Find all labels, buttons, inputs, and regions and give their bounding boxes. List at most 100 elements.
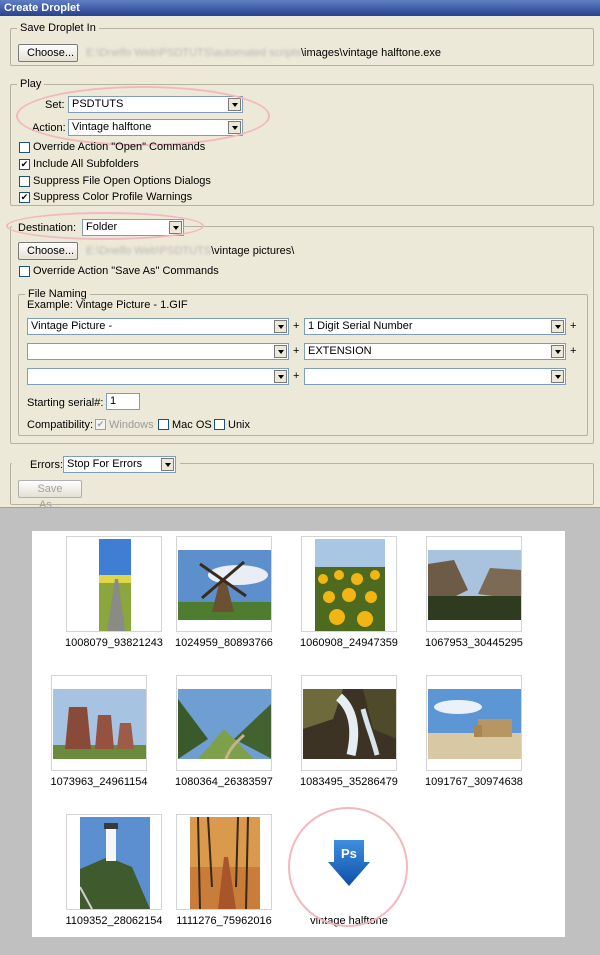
compat-windows-label: Windows	[109, 419, 154, 431]
file-label: 1091767_30974638	[425, 776, 523, 788]
file-label: vintage halftone	[310, 915, 388, 927]
suppress-open-options-label: Suppress File Open Options Dialogs	[33, 175, 211, 187]
destination-path-visible: \vintage pictures\	[211, 245, 295, 257]
compat-unix-checkbox[interactable]	[214, 419, 225, 430]
chevron-down-icon	[228, 98, 241, 111]
photo-lighthouse	[80, 817, 150, 909]
override-open-checkbox[interactable]	[19, 142, 30, 153]
thumbnail-canyon[interactable]	[426, 536, 522, 632]
save-as-button[interactable]: Save As...	[18, 480, 82, 511]
plus-sign: +	[293, 370, 300, 382]
action-select-value: Vintage halftone	[72, 121, 152, 133]
starting-serial-input[interactable]: 1	[106, 393, 140, 410]
save-in-choose-button[interactable]: Choose...	[18, 44, 78, 62]
naming-field-3-right[interactable]	[304, 368, 566, 385]
errors-label: Errors:	[30, 459, 63, 471]
photo-valley	[178, 689, 271, 759]
file-label: 1111276_75962016	[176, 915, 272, 927]
naming-field-1-left[interactable]: Vintage Picture -	[27, 318, 289, 335]
suppress-open-options-checkbox[interactable]	[19, 176, 30, 187]
thumbnail-desert[interactable]	[426, 675, 522, 771]
save-in-path-blurred: E:\Dnelfo Web\PSDTUTS\automated scripts	[86, 47, 301, 59]
action-select[interactable]: Vintage halftone	[68, 119, 243, 136]
destination-path: E:\Dnelfo Web\PSDTUTS\vintage pictures\	[86, 245, 294, 257]
file-label: 1008079_93821243	[65, 637, 163, 649]
chevron-down-icon	[551, 320, 564, 333]
thumbnail-lighthouse[interactable]	[66, 814, 162, 910]
destination-select-value: Folder	[86, 221, 118, 233]
set-label: Set:	[45, 99, 65, 111]
thumbnail-autumn[interactable]	[176, 814, 272, 910]
photo-canyon	[428, 550, 521, 620]
chevron-down-icon	[551, 345, 564, 358]
file-label: 1073963_24961154	[50, 776, 148, 788]
set-select[interactable]: PSDTUTS	[68, 96, 243, 113]
naming-field-1-left-value: Vintage Picture -	[31, 320, 113, 332]
suppress-color-profile-checkbox[interactable]: ✔	[19, 192, 30, 203]
photo-autumn	[190, 817, 260, 909]
include-subfolders-checkbox[interactable]: ✔	[19, 159, 30, 170]
naming-field-1-right-value: 1 Digit Serial Number	[308, 320, 413, 332]
errors-select-value: Stop For Errors	[67, 458, 143, 470]
dialog-title: Create Droplet	[0, 0, 600, 16]
save-in-path: E:\Dnelfo Web\PSDTUTS\automated scripts\…	[86, 47, 441, 59]
override-open-label: Override Action "Open" Commands	[33, 141, 206, 153]
plus-sign: +	[570, 345, 577, 357]
chevron-down-icon	[169, 221, 182, 234]
destination-choose-button[interactable]: Choose...	[18, 242, 78, 260]
destination-label: Destination:	[18, 222, 77, 234]
compat-unix-label: Unix	[228, 419, 251, 431]
suppress-color-profile-label: Suppress Color Profile Warnings	[33, 191, 193, 203]
override-save-as-checkbox[interactable]	[19, 266, 30, 277]
droplet-icon-text: Ps	[341, 846, 357, 861]
set-select-value: PSDTUTS	[72, 98, 124, 110]
starting-serial-label: Starting serial#:	[27, 397, 104, 409]
file-label: 1109352_28062154	[65, 915, 163, 927]
plus-sign: +	[293, 320, 300, 332]
file-naming-example: Example: Vintage Picture - 1.GIF	[27, 299, 188, 311]
photo-desert	[428, 689, 521, 759]
thumbnail-windmill[interactable]	[176, 536, 272, 632]
file-label: 1083495_35286479	[300, 776, 398, 788]
errors-select[interactable]: Stop For Errors	[63, 456, 176, 473]
override-save-as-label: Override Action "Save As" Commands	[33, 265, 219, 277]
chevron-down-icon	[274, 320, 287, 333]
plus-sign: +	[570, 320, 577, 332]
save-in-path-visible: \images\vintage halftone.exe	[301, 47, 442, 59]
thumbnail-sunflowers[interactable]	[301, 536, 397, 632]
thumbnail-road[interactable]	[66, 536, 162, 632]
naming-field-2-left[interactable]	[27, 343, 289, 360]
chevron-down-icon	[228, 121, 241, 134]
chevron-down-icon	[274, 345, 287, 358]
naming-field-3-left[interactable]	[27, 368, 289, 385]
compat-macos-checkbox[interactable]	[158, 419, 169, 430]
file-label: 1024959_80893766	[175, 637, 273, 649]
photo-towers	[53, 689, 146, 759]
thumbnail-droplet[interactable]: Ps	[301, 814, 397, 910]
file-label: 1060908_24947359	[300, 637, 398, 649]
naming-field-2-right[interactable]: EXTENSION	[304, 343, 566, 360]
thumbnail-valley[interactable]	[176, 675, 272, 771]
naming-field-1-right[interactable]: 1 Digit Serial Number	[304, 318, 566, 335]
photo-road	[99, 539, 131, 631]
create-droplet-dialog: Create Droplet Save Droplet In Choose...…	[0, 0, 600, 511]
chevron-down-icon	[161, 458, 174, 471]
thumbnail-towers[interactable]	[51, 675, 147, 771]
thumbnail-waterfall[interactable]	[301, 675, 397, 771]
chevron-down-icon	[551, 370, 564, 383]
compatibility-label: Compatibility:	[27, 419, 94, 431]
compat-macos-label: Mac OS	[172, 419, 212, 431]
photo-sunflowers	[315, 539, 385, 631]
naming-field-2-right-value: EXTENSION	[308, 345, 372, 357]
photo-waterfall	[303, 689, 396, 759]
file-label: 1067953_30445295	[425, 637, 523, 649]
destination-select[interactable]: Folder	[82, 219, 184, 236]
photo-windmill	[178, 550, 271, 620]
play-legend: Play	[20, 78, 42, 90]
save-droplet-in-group: Save Droplet In	[10, 22, 594, 66]
action-label: Action:	[32, 122, 66, 134]
chevron-down-icon	[274, 370, 287, 383]
compat-windows-checkbox[interactable]: ✔	[95, 419, 106, 430]
file-label: 1080364_26383597	[175, 776, 273, 788]
plus-sign: +	[293, 345, 300, 357]
